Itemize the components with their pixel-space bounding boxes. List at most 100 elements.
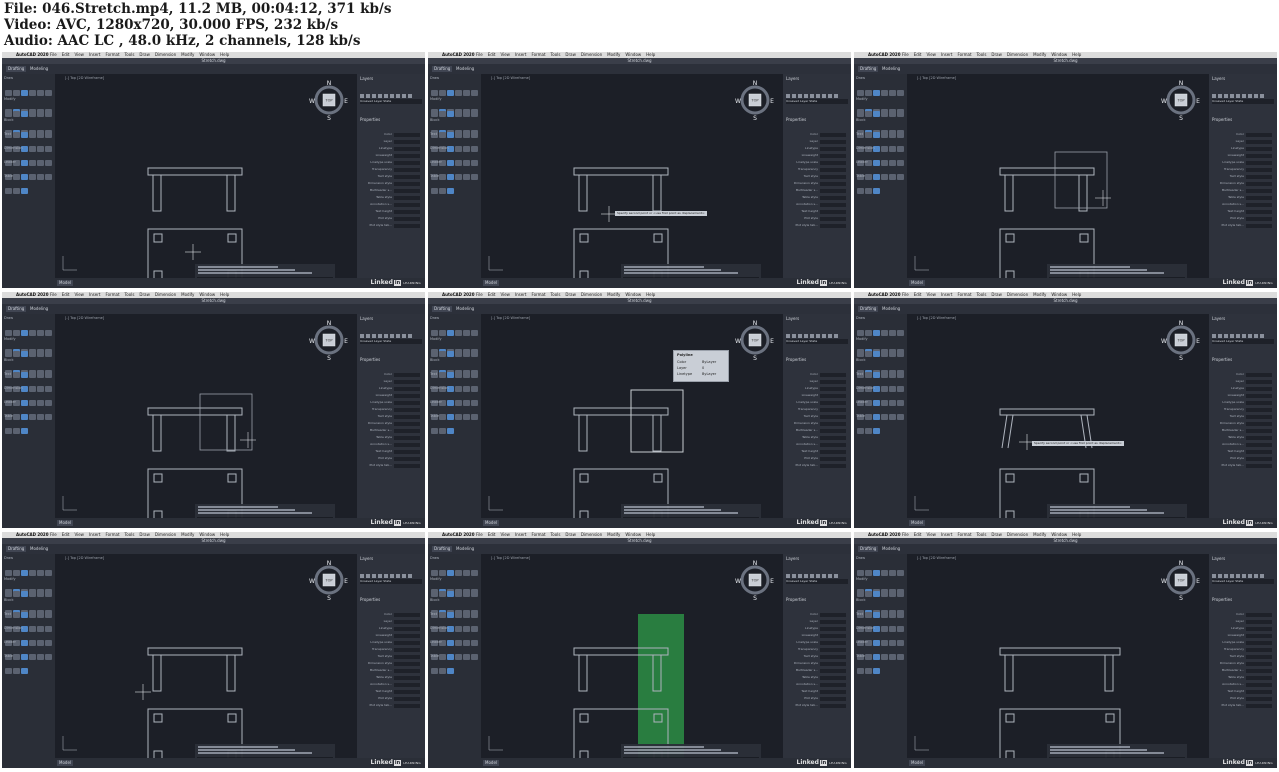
menu-window[interactable]: Window: [199, 532, 215, 537]
property-value-field[interactable]: [1246, 414, 1272, 419]
menu-insert[interactable]: Insert: [515, 52, 526, 57]
palette-tool-icon[interactable]: [881, 90, 888, 96]
palette-tool-icon[interactable]: [857, 330, 864, 336]
menu-help[interactable]: Help: [220, 52, 229, 57]
property-value-field[interactable]: [394, 386, 420, 391]
palette-tool-icon[interactable]: [21, 428, 28, 434]
menu-help[interactable]: Help: [1072, 532, 1081, 537]
layer-tool-icon[interactable]: [804, 574, 808, 578]
menu-tools[interactable]: Tools: [125, 292, 135, 297]
layer-tool-icon[interactable]: [360, 94, 364, 98]
menu-window[interactable]: Window: [1051, 532, 1067, 537]
menu-edit[interactable]: Edit: [62, 52, 70, 57]
property-value-field[interactable]: [394, 661, 420, 666]
palette-tool-icon[interactable]: [21, 90, 28, 96]
palette-tool-icon[interactable]: [439, 591, 446, 597]
property-value-field[interactable]: [1246, 421, 1272, 426]
layer-tool-icon[interactable]: [402, 574, 406, 578]
layer-tool-icon[interactable]: [378, 94, 382, 98]
menu-file[interactable]: File: [902, 52, 909, 57]
property-value-field[interactable]: [394, 379, 420, 384]
layer-tool-icon[interactable]: [408, 94, 412, 98]
menu-tools[interactable]: Tools: [551, 532, 561, 537]
palette-tool-icon[interactable]: [5, 570, 12, 576]
menu-view[interactable]: View: [500, 532, 510, 537]
menu-format[interactable]: Format: [105, 292, 119, 297]
palette-tool-icon[interactable]: [431, 188, 438, 194]
property-value-field[interactable]: [1246, 463, 1272, 468]
menu-help[interactable]: Help: [220, 292, 229, 297]
palette-tool-icon[interactable]: [431, 570, 438, 576]
tab-drafting[interactable]: Drafting: [432, 546, 453, 552]
layer-tool-icon[interactable]: [834, 334, 838, 338]
property-value-field[interactable]: [394, 619, 420, 624]
property-value-field[interactable]: [1246, 372, 1272, 377]
property-value-field[interactable]: [820, 379, 846, 384]
property-value-field[interactable]: [820, 463, 846, 468]
menu-modify[interactable]: Modify: [607, 292, 620, 297]
layer-tool-icon[interactable]: [810, 574, 814, 578]
property-value-field[interactable]: [394, 640, 420, 645]
palette-tool-icon[interactable]: [857, 351, 864, 357]
property-value-field[interactable]: [820, 654, 846, 659]
palette-tool-icon[interactable]: [865, 111, 872, 117]
palette-tool-icon[interactable]: [13, 330, 20, 336]
property-value-field[interactable]: [1246, 442, 1272, 447]
tab-model[interactable]: Model: [483, 520, 500, 526]
layer-tool-icon[interactable]: [1230, 334, 1234, 338]
menu-draw[interactable]: Draw: [991, 292, 1001, 297]
menu-draw[interactable]: Draw: [139, 292, 149, 297]
menu-format[interactable]: Format: [957, 292, 971, 297]
palette-tool-icon[interactable]: [439, 570, 446, 576]
palette-tool-icon[interactable]: [471, 570, 478, 576]
palette-tool-icon[interactable]: [21, 188, 28, 194]
palette-tool-icon[interactable]: [45, 111, 52, 117]
palette-tool-icon[interactable]: [897, 330, 904, 336]
palette-tool-icon[interactable]: [889, 111, 896, 117]
quick-properties-value[interactable]: 0: [702, 366, 704, 370]
property-value-field[interactable]: [820, 407, 846, 412]
property-value-field[interactable]: [394, 463, 420, 468]
palette-tool-icon[interactable]: [45, 570, 52, 576]
property-value-field[interactable]: [820, 167, 846, 172]
tab-model[interactable]: Model: [483, 760, 500, 766]
layer-state-dropdown[interactable]: Unsaved Layer State: [1212, 339, 1274, 344]
layer-tool-icon[interactable]: [1260, 574, 1264, 578]
menu-tools[interactable]: Tools: [977, 292, 987, 297]
layer-state-dropdown[interactable]: Unsaved Layer State: [1212, 99, 1274, 104]
quick-properties-value[interactable]: ByLayer: [702, 372, 716, 376]
layer-tool-icon[interactable]: [1212, 334, 1216, 338]
palette-tool-icon[interactable]: [455, 330, 462, 336]
palette-tool-icon[interactable]: [13, 351, 20, 357]
layer-state-dropdown[interactable]: Unsaved Layer State: [786, 339, 848, 344]
menu-modify[interactable]: Modify: [607, 52, 620, 57]
viewcube[interactable]: TOP N S E W: [55, 74, 357, 278]
layer-tool-icon[interactable]: [1218, 94, 1222, 98]
layer-tool-icon[interactable]: [798, 334, 802, 338]
palette-tool-icon[interactable]: [21, 111, 28, 117]
property-value-field[interactable]: [394, 647, 420, 652]
tab-model[interactable]: Model: [909, 280, 926, 286]
layer-tool-icon[interactable]: [822, 574, 826, 578]
property-value-field[interactable]: [394, 407, 420, 412]
palette-tool-icon[interactable]: [29, 570, 36, 576]
property-value-field[interactable]: [394, 202, 420, 207]
palette-tool-icon[interactable]: [463, 330, 470, 336]
layer-tool-icon[interactable]: [1212, 94, 1216, 98]
menu-draw[interactable]: Draw: [991, 52, 1001, 57]
viewcube[interactable]: TOP N S E W: [907, 314, 1209, 518]
menu-modify[interactable]: Modify: [607, 532, 620, 537]
palette-tool-icon[interactable]: [5, 111, 12, 117]
tab-modeling[interactable]: Modeling: [28, 66, 50, 72]
layer-tool-icon[interactable]: [822, 334, 826, 338]
property-value-field[interactable]: [1246, 640, 1272, 645]
menu-dimension[interactable]: Dimension: [155, 52, 176, 57]
menu-view[interactable]: View: [74, 52, 84, 57]
menu-modify[interactable]: Modify: [181, 52, 194, 57]
palette-tool-icon[interactable]: [45, 351, 52, 357]
property-value-field[interactable]: [820, 428, 846, 433]
palette-tool-icon[interactable]: [37, 330, 44, 336]
menu-file[interactable]: File: [50, 532, 57, 537]
layer-tool-icon[interactable]: [798, 94, 802, 98]
menu-insert[interactable]: Insert: [941, 52, 952, 57]
